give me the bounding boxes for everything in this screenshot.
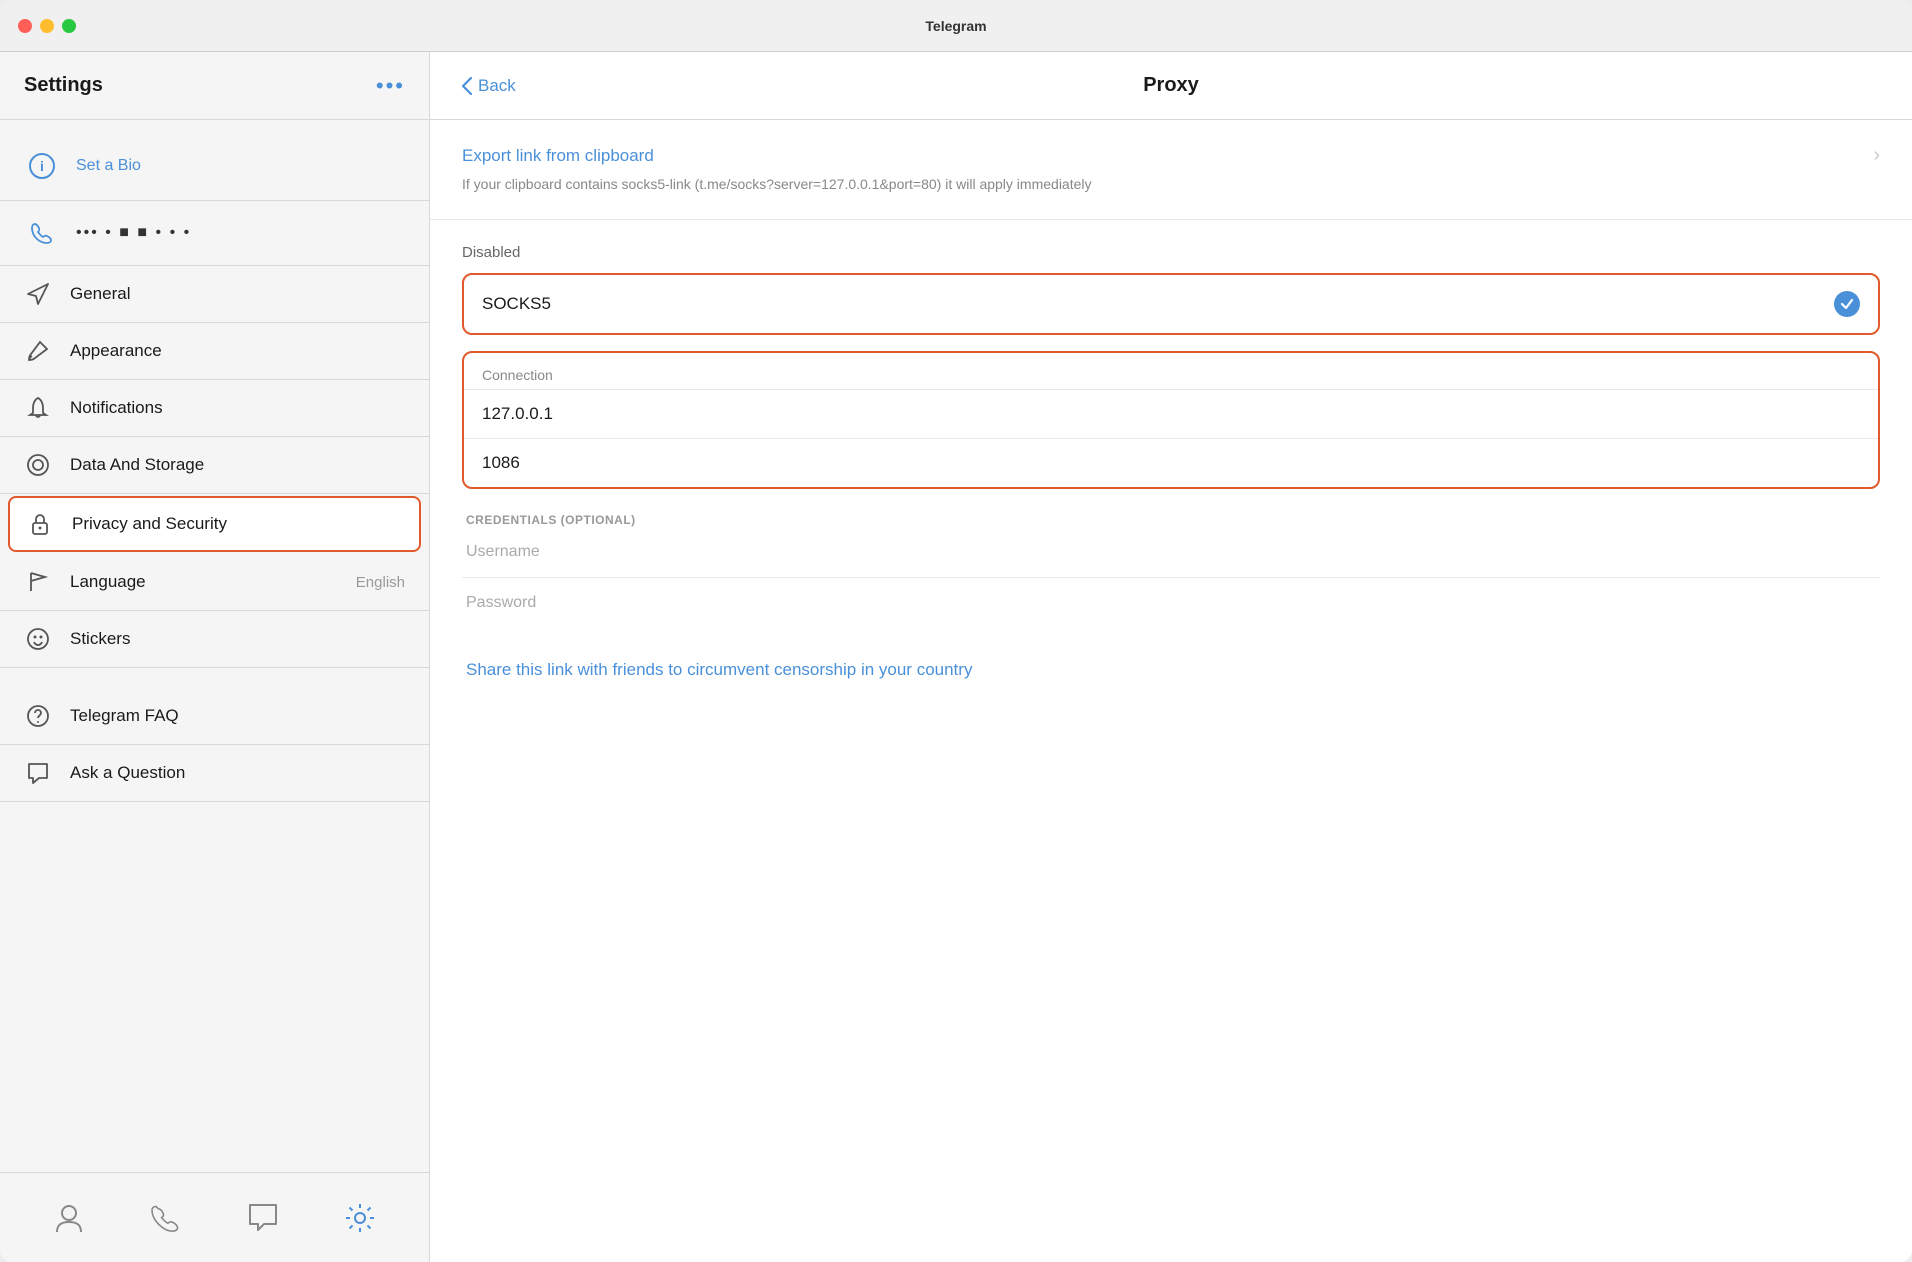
main-content: Back Proxy Export link from clipboard › …: [430, 52, 1912, 1262]
maximize-button[interactable]: [62, 19, 76, 33]
set-bio-label: Set a Bio: [76, 157, 141, 175]
window-title: Telegram: [925, 18, 986, 34]
window-controls: [18, 19, 76, 33]
phone-icon: [24, 215, 60, 251]
share-link[interactable]: Share this link with friends to circumve…: [462, 652, 1880, 688]
footer-profile-button[interactable]: [44, 1193, 94, 1243]
language-value: English: [356, 574, 405, 591]
sidebar-item-privacy-security[interactable]: Privacy and Security: [8, 496, 421, 552]
connection-port[interactable]: 1086: [464, 439, 1878, 487]
export-section: Export link from clipboard › If your cli…: [430, 120, 1912, 220]
ask-label: Ask a Question: [70, 763, 405, 783]
proxy-title: Proxy: [1143, 74, 1199, 97]
socks5-label: SOCKS5: [482, 294, 551, 314]
phone-number: ••• • ■ ■ • • •: [76, 224, 191, 242]
sidebar-item-faq[interactable]: Telegram FAQ: [0, 688, 429, 745]
sidebar-item-ask[interactable]: Ask a Question: [0, 745, 429, 802]
chat-icon: [24, 759, 52, 787]
flag-icon: [24, 568, 52, 596]
minimize-button[interactable]: [40, 19, 54, 33]
footer-messages-button[interactable]: [238, 1193, 288, 1243]
lock-icon: [26, 510, 54, 538]
credentials-section: CREDENTIALS (OPTIONAL) Username Password: [462, 513, 1880, 628]
check-icon: [1834, 291, 1860, 317]
notifications-label: Notifications: [70, 398, 405, 418]
connection-box: Connection 127.0.0.1 1086: [462, 351, 1880, 489]
close-button[interactable]: [18, 19, 32, 33]
general-label: General: [70, 284, 405, 304]
sidebar-footer: [0, 1172, 429, 1262]
data-storage-label: Data And Storage: [70, 455, 405, 475]
credentials-label: CREDENTIALS (OPTIONAL): [462, 513, 1880, 527]
socks5-option[interactable]: SOCKS5: [464, 275, 1878, 333]
svg-text:i: i: [40, 158, 44, 174]
send-icon: [24, 280, 52, 308]
content-header: Back Proxy: [430, 52, 1912, 120]
sidebar-item-data-storage[interactable]: Data And Storage: [0, 437, 429, 494]
phone-item[interactable]: ••• • ■ ■ • • •: [0, 201, 429, 266]
export-label[interactable]: Export link from clipboard: [462, 146, 654, 166]
status-label: Disabled: [462, 244, 1880, 261]
appearance-label: Appearance: [70, 341, 405, 361]
stickers-label: Stickers: [70, 629, 405, 649]
connection-header: Connection: [464, 353, 1878, 390]
sidebar-item-stickers[interactable]: Stickers: [0, 611, 429, 668]
faq-label: Telegram FAQ: [70, 706, 405, 726]
proxy-section: Disabled SOCKS5: [430, 220, 1912, 712]
sidebar-header: Settings •••: [0, 52, 429, 120]
back-label: Back: [478, 76, 516, 96]
privacy-security-label: Privacy and Security: [72, 514, 403, 534]
content-body: Export link from clipboard › If your cli…: [430, 120, 1912, 1262]
back-button[interactable]: Back: [462, 76, 516, 96]
sidebar-title: Settings: [24, 74, 103, 97]
export-description: If your clipboard contains socks5-link (…: [462, 175, 1880, 195]
proxy-type-box: SOCKS5: [462, 273, 1880, 335]
brush-icon: [24, 337, 52, 365]
more-options-button[interactable]: •••: [376, 73, 405, 99]
sidebar: Settings ••• i Set a Bio: [0, 52, 430, 1262]
footer-calls-button[interactable]: [141, 1193, 191, 1243]
password-field[interactable]: Password: [462, 578, 1880, 628]
app-window: Telegram Settings ••• i Set a Bio: [0, 0, 1912, 1262]
username-field[interactable]: Username: [462, 527, 1880, 578]
sidebar-content: i Set a Bio ••• • ■ ■ • • •: [0, 120, 429, 1172]
export-row: Export link from clipboard ›: [462, 144, 1880, 167]
sidebar-item-language[interactable]: Language English: [0, 554, 429, 611]
sidebar-item-notifications[interactable]: Notifications: [0, 380, 429, 437]
chevron-right-icon: ›: [1873, 144, 1880, 167]
set-bio-item[interactable]: i Set a Bio: [0, 132, 429, 201]
sidebar-item-general[interactable]: General: [0, 266, 429, 323]
bell-icon: [24, 394, 52, 422]
info-icon: i: [24, 148, 60, 184]
footer-settings-button[interactable]: [335, 1193, 385, 1243]
sidebar-item-appearance[interactable]: Appearance: [0, 323, 429, 380]
data-icon: [24, 451, 52, 479]
titlebar: Telegram: [0, 0, 1912, 52]
main-area: Settings ••• i Set a Bio: [0, 52, 1912, 1262]
sticker-icon: [24, 625, 52, 653]
connection-ip[interactable]: 127.0.0.1: [464, 390, 1878, 439]
faq-icon: [24, 702, 52, 730]
language-label: Language: [70, 572, 338, 592]
